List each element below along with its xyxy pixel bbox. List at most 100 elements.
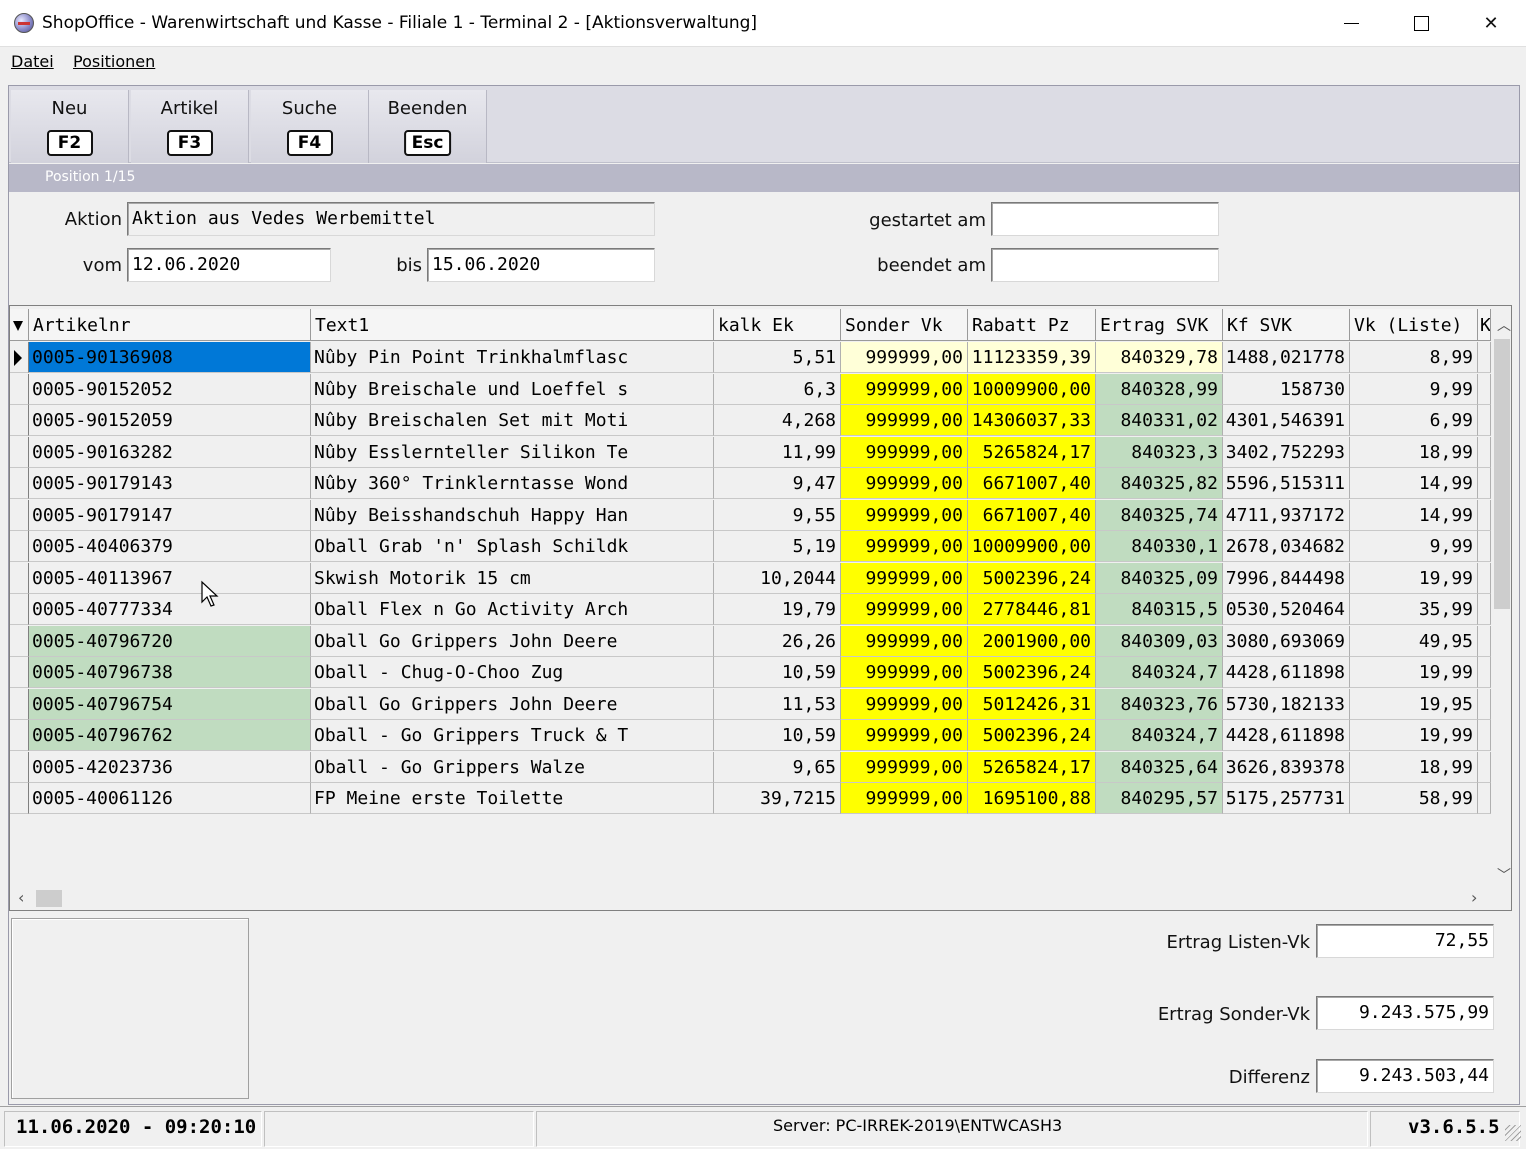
cell-kf-svk[interactable]: 4428,611898: [1223, 720, 1350, 751]
cell-artikelnr[interactable]: 0005-40061126: [29, 783, 311, 814]
cell-sonder-vk[interactable]: 999999,00: [841, 531, 968, 562]
row-indicator[interactable]: [10, 562, 29, 594]
scroll-left-icon[interactable]: ‹: [18, 888, 24, 907]
beendet-field[interactable]: [991, 248, 1219, 282]
cell-text1[interactable]: Nûby 360° Trinklerntasse Wond: [311, 468, 714, 499]
cell-artikelnr[interactable]: 0005-90163282: [29, 436, 311, 468]
menu-datei[interactable]: Datei: [11, 52, 54, 71]
cell-artikelnr[interactable]: 0005-42023736: [29, 751, 311, 783]
cell-kf-svk[interactable]: 1488,021778: [1223, 342, 1350, 373]
cell-sonder-vk[interactable]: 999999,00: [841, 436, 968, 468]
row-indicator[interactable]: [10, 468, 29, 499]
gestartet-field[interactable]: [991, 202, 1219, 236]
cell-text1[interactable]: Nûby Esslernteller Silikon Te: [311, 436, 714, 468]
cell-k[interactable]: [1478, 688, 1491, 720]
cell-kf-svk[interactable]: 0530,520464: [1223, 594, 1350, 625]
cell-k[interactable]: [1478, 657, 1491, 688]
row-indicator[interactable]: [10, 783, 29, 814]
row-indicator[interactable]: [10, 625, 29, 657]
cell-artikelnr[interactable]: 0005-90152052: [29, 373, 311, 405]
cell-kf-svk[interactable]: 3080,693069: [1223, 625, 1350, 657]
cell-text1[interactable]: Nûby Pin Point Trinkhalmflasc: [311, 342, 714, 373]
ertrag-sonder-field[interactable]: 9.243.575,99: [1316, 996, 1494, 1030]
row-indicator[interactable]: [10, 373, 29, 405]
cell-sonder-vk[interactable]: 999999,00: [841, 720, 968, 751]
cell-ertrag-svk[interactable]: 840315,5: [1096, 594, 1223, 625]
cell-kf-svk[interactable]: 4301,546391: [1223, 405, 1350, 436]
cell-sonder-vk[interactable]: 999999,00: [841, 373, 968, 405]
cell-rabatt-pz[interactable]: 10009900,00: [968, 373, 1096, 405]
header-vk-liste[interactable]: Vk (Liste): [1350, 309, 1478, 341]
resize-grip-icon[interactable]: [1505, 1125, 1521, 1141]
cell-sonder-vk[interactable]: 999999,00: [841, 657, 968, 688]
cell-kalk-ek[interactable]: 10,59: [714, 720, 841, 751]
cell-kf-svk[interactable]: 5175,257731: [1223, 783, 1350, 814]
menu-positionen[interactable]: Positionen: [73, 52, 155, 71]
cell-text1[interactable]: Nûby Breischalen Set mit Moti: [311, 405, 714, 436]
cell-kalk-ek[interactable]: 6,3: [714, 373, 841, 405]
table-row[interactable]: 0005-40796738 Oball - Chug-O-Choo Zug 10,5…: [10, 657, 1491, 688]
cell-kalk-ek[interactable]: 5,51: [714, 342, 841, 373]
cell-text1[interactable]: Oball Go Grippers John Deere: [311, 625, 714, 657]
cell-k[interactable]: [1478, 342, 1491, 373]
table-row[interactable]: 0005-90152052 Nûby Breischale und Loeffel…: [10, 373, 1491, 405]
table-row[interactable]: 0005-90163282 Nûby Esslernteller Silikon …: [10, 436, 1491, 468]
cell-rabatt-pz[interactable]: 5012426,31: [968, 688, 1096, 720]
cell-ertrag-svk[interactable]: 840323,76: [1096, 688, 1223, 720]
header-kf-svk[interactable]: Kf SVK: [1223, 309, 1350, 341]
cell-vk-liste[interactable]: 9,99: [1350, 531, 1478, 562]
cell-vk-liste[interactable]: 19,99: [1350, 657, 1478, 688]
cell-artikelnr[interactable]: 0005-90179147: [29, 499, 311, 531]
cell-artikelnr[interactable]: 0005-90136908: [29, 342, 311, 373]
cell-k[interactable]: [1478, 751, 1491, 783]
cell-k[interactable]: [1478, 531, 1491, 562]
cell-sonder-vk[interactable]: 999999,00: [841, 783, 968, 814]
cell-kalk-ek[interactable]: 4,268: [714, 405, 841, 436]
header-ertrag-svk[interactable]: Ertrag SVK: [1096, 309, 1223, 341]
aktion-field[interactable]: Aktion aus Vedes Werbemittel: [127, 202, 655, 236]
cell-vk-liste[interactable]: 19,99: [1350, 720, 1478, 751]
cell-rabatt-pz[interactable]: 10009900,00: [968, 531, 1096, 562]
cell-artikelnr[interactable]: 0005-40796754: [29, 688, 311, 720]
table-row[interactable]: 0005-40113967 Skwish Motorik 15 cm 10,2044…: [10, 562, 1491, 594]
cell-text1[interactable]: Oball Go Grippers John Deere: [311, 688, 714, 720]
cell-rabatt-pz[interactable]: 6671007,40: [968, 499, 1096, 531]
header-artikelnr[interactable]: Artikelnr: [29, 309, 311, 341]
table-row[interactable]: 0005-90179147 Nûby Beisshandschuh Happy H…: [10, 499, 1491, 531]
cell-k[interactable]: [1478, 468, 1491, 499]
cell-artikelnr[interactable]: 0005-40406379: [29, 531, 311, 562]
cell-sonder-vk[interactable]: 999999,00: [841, 625, 968, 657]
header-sonder-vk[interactable]: Sonder Vk: [841, 309, 968, 341]
table-row[interactable]: 0005-40796720 Oball Go Grippers John Deer…: [10, 625, 1491, 657]
vertical-scroll-thumb[interactable]: [1494, 339, 1510, 609]
cell-rabatt-pz[interactable]: 2778446,81: [968, 594, 1096, 625]
cell-rabatt-pz[interactable]: 5265824,17: [968, 751, 1096, 783]
cell-artikelnr[interactable]: 0005-40796720: [29, 625, 311, 657]
row-indicator[interactable]: [10, 342, 29, 373]
cell-vk-liste[interactable]: 6,99: [1350, 405, 1478, 436]
cell-text1[interactable]: Nûby Beisshandschuh Happy Han: [311, 499, 714, 531]
cell-kalk-ek[interactable]: 10,2044: [714, 562, 841, 594]
cell-vk-liste[interactable]: 8,99: [1350, 342, 1478, 373]
cell-rabatt-pz[interactable]: 1695100,88: [968, 783, 1096, 814]
header-k[interactable]: K: [1478, 309, 1491, 341]
cell-rabatt-pz[interactable]: 5002396,24: [968, 720, 1096, 751]
table-row[interactable]: 0005-90152059 Nûby Breischalen Set mit Mo…: [10, 405, 1491, 436]
cell-rabatt-pz[interactable]: 2001900,00: [968, 625, 1096, 657]
cell-sonder-vk[interactable]: 999999,00: [841, 688, 968, 720]
cell-k[interactable]: [1478, 562, 1491, 594]
maximize-button[interactable]: [1386, 0, 1456, 47]
cell-kf-svk[interactable]: 7996,844498: [1223, 562, 1350, 594]
cell-ertrag-svk[interactable]: 840329,78: [1096, 342, 1223, 373]
cell-text1[interactable]: Skwish Motorik 15 cm: [311, 562, 714, 594]
cell-text1[interactable]: Oball - Go Grippers Walze: [311, 751, 714, 783]
cell-ertrag-svk[interactable]: 840323,3: [1096, 436, 1223, 468]
cell-text1[interactable]: Oball Grab 'n' Splash Schildk: [311, 531, 714, 562]
cell-sonder-vk[interactable]: 999999,00: [841, 594, 968, 625]
cell-artikelnr[interactable]: 0005-90179143: [29, 468, 311, 499]
scroll-down-icon[interactable]: ﹀: [1497, 865, 1511, 885]
differenz-field[interactable]: 9.243.503,44: [1316, 1059, 1494, 1093]
cell-ertrag-svk[interactable]: 840331,02: [1096, 405, 1223, 436]
cell-k[interactable]: [1478, 720, 1491, 751]
cell-ertrag-svk[interactable]: 840330,1: [1096, 531, 1223, 562]
